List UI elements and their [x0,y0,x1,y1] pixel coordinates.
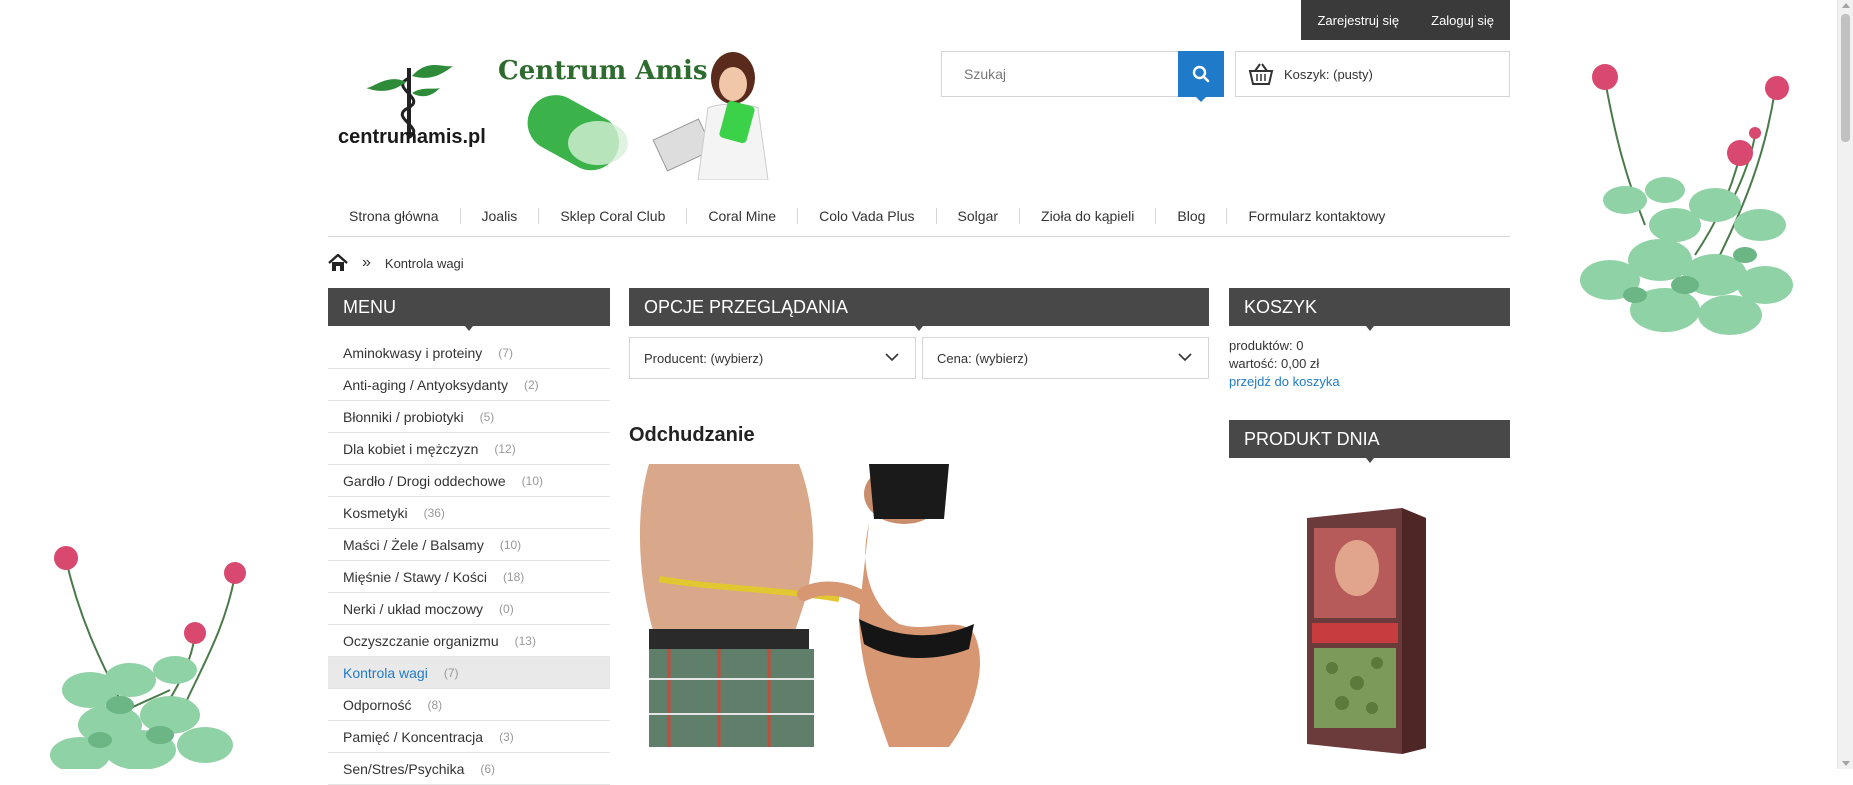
category-label: Maści / Żele / Balsamy [343,536,484,553]
producer-select-value: Producent: (wybierz) [644,350,764,366]
site-logo[interactable]: Centrum Amis centrumamis.pl [328,48,808,181]
flower-decoration-left [50,546,246,769]
breadcrumb-separator: » [362,254,371,271]
category-label: Mięśnie / Stawy / Kości [343,568,487,585]
category-item[interactable]: Maści / Żele / Balsamy (10) [328,529,610,561]
home-icon[interactable] [328,254,348,272]
price-select[interactable]: Cena: (wybierz) [922,337,1209,379]
breadcrumb: » Kontrola wagi [328,250,464,276]
nav-item-blog[interactable]: Blog [1156,208,1228,224]
nav-item-home[interactable]: Strona główna [328,208,461,224]
scrollbar-thumb[interactable] [1841,14,1850,142]
category-item[interactable]: Dla kobiet i mężczyzn (12) [328,433,610,465]
category-menu: Aminokwasy i proteiny (7) Anti-aging / An… [328,337,610,785]
category-count: (8) [427,697,443,712]
product-of-day-image[interactable] [1302,508,1426,754]
nav-item-joalis[interactable]: Joalis [461,208,540,224]
category-count: (7) [498,345,513,360]
category-item[interactable]: Nerki / układ moczowy (0) [328,593,610,625]
category-count: (5) [479,409,495,424]
scroll-up-icon[interactable] [1842,3,1850,8]
logo-brand-text: Centrum Amis [498,56,708,86]
login-link[interactable]: Zaloguj się [1415,13,1510,28]
category-item[interactable]: Odporność (8) [328,689,610,721]
nav-item-solgar[interactable]: Solgar [937,208,1021,224]
category-label: Anti-aging / Antyoksydanty [343,376,508,393]
basket-icon [1248,63,1274,85]
category-count: (13) [514,633,536,648]
category-count: (36) [423,505,445,520]
category-image [629,464,1054,747]
category-label: Aminokwasy i proteiny [343,344,483,361]
page-container: Zarejestruj się Zaloguj się Centrum Amis… [328,0,1510,785]
category-count: (10) [499,537,522,552]
category-count: (7) [443,665,459,680]
register-link[interactable]: Zarejestruj się [1301,13,1415,28]
cart-products-count: produktów: 0 [1229,338,1304,353]
nav-item-colo-vada[interactable]: Colo Vada Plus [798,208,937,224]
header-cart[interactable]: Koszyk: (pusty) [1235,51,1510,97]
cart-block-heading: KOSZYK [1229,288,1510,331]
search-input[interactable] [942,52,1206,96]
category-count: (12) [494,441,516,456]
account-bar: Zarejestruj się Zaloguj się [1301,0,1510,40]
category-label: Nerki / układ moczowy [343,600,484,617]
cart-total-value: wartość: 0,00 zł [1229,356,1320,371]
category-item[interactable]: Błonniki / probiotyki (5) [328,401,610,433]
category-label: Oczyszczanie organizmu [343,632,499,649]
chevron-down-icon [1178,353,1192,362]
category-count: (3) [499,729,514,744]
flower-decoration-right [1580,64,1793,335]
category-item-active[interactable]: Kontrola wagi (7) [328,657,610,689]
scroll-down-icon[interactable] [1842,761,1850,766]
category-item[interactable]: Pamięć / Koncentracja (3) [328,721,610,753]
product-of-day-heading: PRODUKT DNIA [1229,420,1510,463]
main-nav: Strona główna Joalis Sklep Coral Club Co… [328,196,1510,237]
category-label: Kosmetyki [343,504,408,521]
category-item[interactable]: Aminokwasy i proteiny (7) [328,337,610,369]
category-item[interactable]: Anti-aging / Antyoksydanty (2) [328,369,610,401]
cart-block-info: produktów: 0 wartość: 0,00 zł przejdź do… [1229,337,1340,391]
browse-options-heading: OPCJE PRZEGLĄDANIA [629,288,1209,331]
search-icon [1192,65,1210,83]
price-select-value: Cena: (wybierz) [937,350,1029,366]
page-scrollbar[interactable] [1837,0,1853,769]
go-to-cart-link[interactable]: przejdź do koszyka [1229,373,1340,391]
search-button[interactable] [1178,51,1224,102]
category-count: (2) [524,377,539,392]
category-count: (18) [502,569,525,584]
category-item[interactable]: Oczyszczanie organizmu (13) [328,625,610,657]
nav-item-contact[interactable]: Formularz kontaktowy [1227,208,1406,224]
logo-domain-text: centrumamis.pl [338,126,486,148]
category-label: Kontrola wagi [343,664,428,681]
chevron-down-icon [885,353,899,362]
category-item[interactable]: Gardło / Drogi oddechowe (10) [328,465,610,497]
category-label: Błonniki / probiotyki [343,408,464,425]
producer-select[interactable]: Producent: (wybierz) [629,337,916,379]
breadcrumb-current: Kontrola wagi [384,255,464,271]
category-count: (0) [499,601,514,616]
category-item[interactable]: Sen/Stres/Psychika (6) [328,753,610,785]
category-label: Odporność [343,696,412,713]
cart-label: Koszyk: (pusty) [1284,66,1373,82]
category-item[interactable]: Mięśnie / Stawy / Kości (18) [328,561,610,593]
nav-item-herbs[interactable]: Zioła do kąpieli [1020,208,1157,224]
category-label: Pamięć / Koncentracja [343,728,484,745]
menu-heading: MENU [328,288,610,331]
category-count: (10) [521,473,543,488]
category-label: Dla kobiet i mężczyzn [343,440,479,457]
nav-item-coral-mine[interactable]: Coral Mine [687,208,799,224]
category-label: Gardło / Drogi oddechowe [343,472,506,489]
nav-item-coral-club[interactable]: Sklep Coral Club [539,208,688,224]
category-item[interactable]: Kosmetyki (36) [328,497,610,529]
category-title: Odchudzanie [629,424,755,446]
